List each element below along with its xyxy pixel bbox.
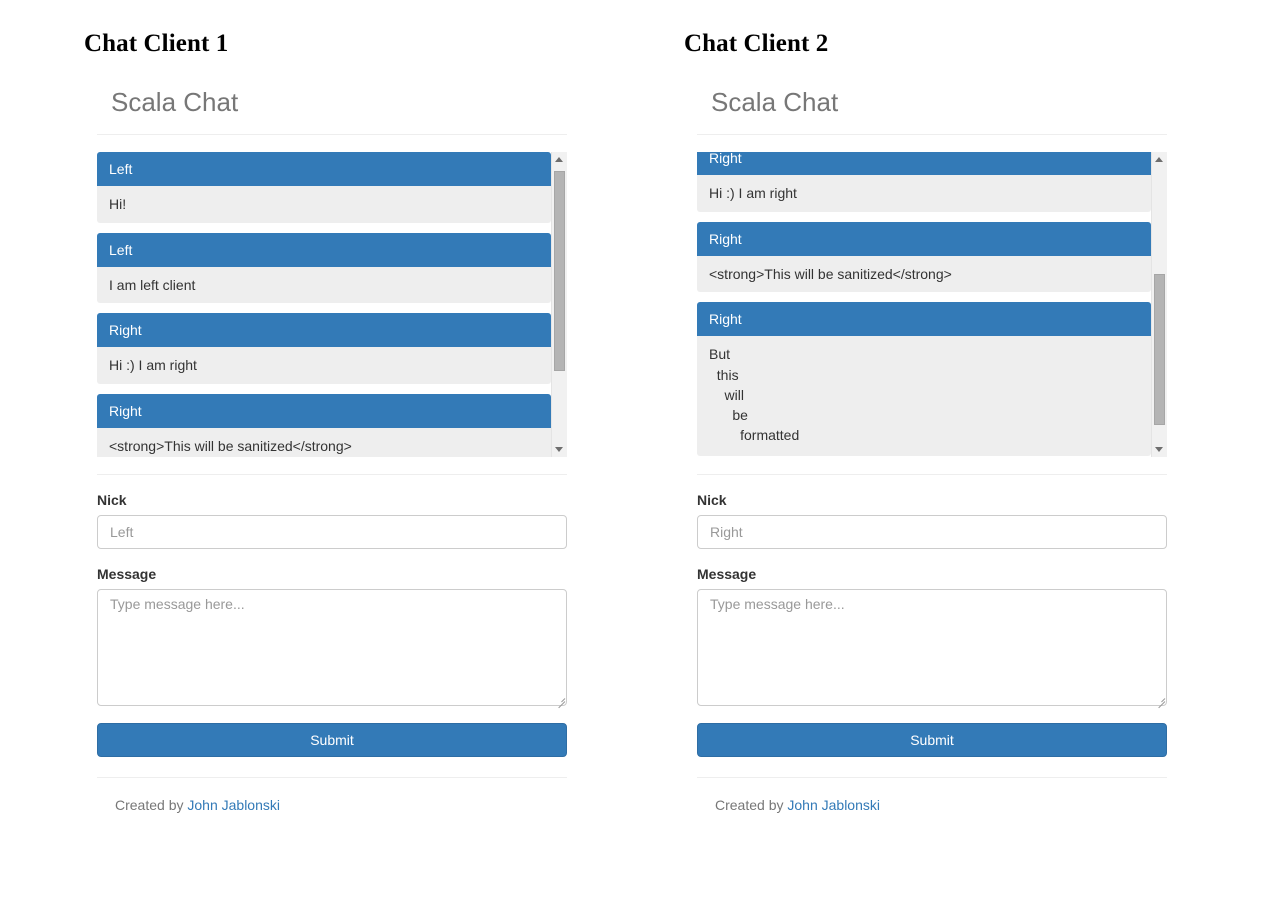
footer-prefix: Created by (715, 797, 788, 814)
message-field-group: Message (697, 566, 1167, 709)
message-scrollbar[interactable] (551, 152, 567, 458)
scroll-up-arrow-icon[interactable] (1152, 152, 1167, 168)
chat-client-2: Chat Client 2 Scala Chat LeftHi!LeftI am… (681, 0, 1264, 813)
message-list-container: LeftHi!LeftI am left clientRightHi :) I … (697, 152, 1167, 458)
message-textarea[interactable] (697, 589, 1167, 707)
author-link[interactable]: John Jablonski (187, 797, 280, 813)
chat-message-nick: Left (97, 232, 551, 267)
nick-label: Nick (697, 492, 727, 509)
chat-panel: Scala Chat LeftHi!LeftI am left clientRi… (697, 87, 1167, 813)
message-textarea[interactable] (97, 589, 567, 707)
chat-message-text: Hi! (97, 186, 551, 223)
message-list: LeftHi!LeftI am left clientRightHi :) I … (697, 152, 1151, 457)
nick-input[interactable] (97, 515, 567, 550)
scroll-down-arrow-icon[interactable] (552, 441, 567, 457)
message-scroll-viewport[interactable]: LeftHi!LeftI am left clientRightHi :) I … (697, 152, 1167, 457)
nick-input[interactable] (697, 515, 1167, 550)
chat-message-nick: Right (697, 302, 1151, 337)
message-field-group: Message (97, 566, 567, 709)
nick-field-group: Nick (697, 492, 1167, 550)
footer-credit: Created by John Jablonski (697, 777, 1167, 813)
chat-message: Right Hi :) I am right (697, 152, 1151, 212)
message-form: Nick Message Submit (97, 475, 567, 758)
message-label: Message (97, 566, 157, 583)
scrollbar-thumb[interactable] (554, 171, 565, 372)
app-title: Scala Chat (697, 87, 1167, 136)
chat-panel: Scala Chat LeftHi!LeftI am left clientRi… (97, 87, 567, 813)
nick-label: Nick (97, 492, 127, 509)
footer-prefix: Created by (115, 797, 188, 814)
scroll-down-arrow-icon[interactable] (1152, 441, 1167, 457)
chat-message-text: <strong>This will be sanitized</strong> (697, 255, 1151, 293)
page-root: Chat Client 1 Scala Chat Left Hi! Left I am… (0, 0, 1264, 911)
nick-field-group: Nick (97, 492, 567, 550)
footer-credit: Created by John Jablonski (97, 777, 567, 813)
message-list-container: LeftHi!LeftI am left clientRightHi :) I … (97, 152, 567, 458)
chat-message-text: Hi :) I am right (697, 175, 1151, 212)
chat-message: Left I am left client (97, 232, 551, 304)
chat-message-text: <strong>This will be sanitized</strong> (97, 427, 551, 458)
chat-message-nick: Right (97, 313, 551, 348)
message-scrollbar[interactable] (1151, 152, 1167, 458)
chat-message: Right Hi :) I am right (97, 313, 551, 384)
chat-message: Left Hi! (97, 152, 551, 223)
message-list: LeftHi!LeftI am left clientRightHi :) I … (97, 152, 551, 458)
author-link[interactable]: John Jablonski (787, 797, 880, 813)
client-heading: Chat Client 1 (84, 30, 229, 57)
app-title: Scala Chat (97, 87, 567, 136)
scrollbar-thumb[interactable] (1154, 274, 1165, 426)
client-heading: Chat Client 2 (684, 30, 829, 57)
scroll-up-arrow-icon[interactable] (552, 152, 567, 168)
message-label: Message (697, 566, 757, 583)
chat-message-nick: Right (697, 152, 1151, 176)
chat-message: Right But this will be formatted (697, 302, 1151, 456)
chat-message: Right <strong>This will be sanitized</str… (97, 393, 551, 458)
chat-message: Right <strong>This will be sanitized</str… (697, 221, 1151, 293)
message-form: Nick Message Submit (697, 475, 1167, 758)
submit-button[interactable]: Submit (697, 723, 1167, 758)
chat-message-nick: Right (97, 393, 551, 428)
chat-client-1: Chat Client 1 Scala Chat Left Hi! Left I am… (81, 0, 666, 813)
chat-message-text: Hi :) I am right (97, 347, 551, 384)
chat-message-nick: Right (697, 221, 1151, 256)
chat-message-nick: Left (97, 152, 551, 187)
chat-message-text: I am left client (97, 266, 551, 304)
message-scroll-viewport[interactable]: LeftHi!LeftI am left clientRightHi :) I … (97, 152, 567, 458)
submit-button[interactable]: Submit (97, 723, 567, 758)
chat-message-text: But this will be formatted (697, 336, 1151, 456)
